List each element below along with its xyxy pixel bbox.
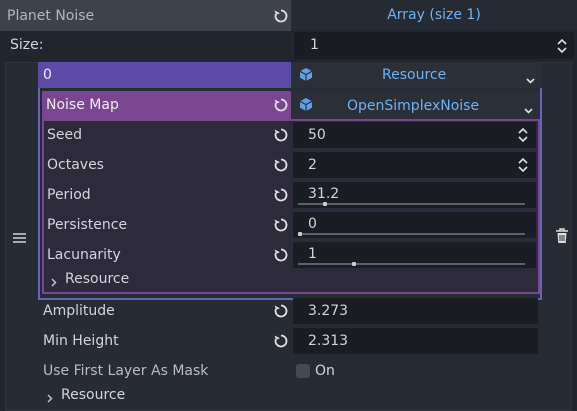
noise-map-label: Noise Map	[46, 97, 119, 113]
use-mask-checkbox[interactable]: On	[293, 358, 538, 384]
revert-icon[interactable]	[273, 217, 289, 233]
persistence-slider-field[interactable]: 0	[293, 212, 536, 238]
noise-map-resource-picker[interactable]: OpenSimplexNoise	[291, 91, 540, 119]
checkbox-icon[interactable]	[296, 364, 310, 378]
element-resource-picker[interactable]: Resource	[291, 62, 542, 88]
revert-icon[interactable]	[273, 97, 289, 113]
period-label: Period	[47, 187, 91, 203]
spinner-arrows-icon[interactable]	[517, 127, 529, 143]
noise-resource-section[interactable]: Resource	[46, 268, 536, 290]
seed-label: Seed	[47, 127, 82, 143]
chevron-right-icon	[47, 391, 53, 407]
revert-icon[interactable]	[273, 127, 289, 143]
noise-resource-section-label: Resource	[65, 271, 130, 287]
element-index-label: 0	[43, 67, 52, 83]
chevron-down-icon[interactable]	[526, 72, 535, 88]
element-resource-section[interactable]: Resource	[41, 384, 540, 406]
amplitude-field[interactable]: 3.273	[293, 298, 538, 324]
array-size-button[interactable]: Array (size 1)	[291, 0, 577, 31]
lacunarity-slider-grabber[interactable]	[351, 262, 356, 266]
revert-icon[interactable]	[273, 187, 289, 203]
persistence-slider-grabber[interactable]	[298, 232, 302, 236]
size-label: Size:	[10, 37, 44, 53]
chevron-right-icon	[51, 275, 57, 291]
header-property-label: Planet Noise	[7, 8, 95, 24]
element-resource-section-label: Resource	[61, 387, 126, 403]
header-property-cell: Planet Noise	[0, 0, 291, 31]
persistence-slider-track[interactable]	[298, 233, 525, 235]
spinner-arrows-icon[interactable]	[556, 38, 568, 54]
amplitude-value: 3.273	[308, 303, 349, 319]
revert-icon[interactable]	[273, 8, 289, 24]
chevron-down-icon[interactable]	[524, 102, 533, 118]
cube-icon	[299, 97, 313, 116]
min-height-value: 2.313	[308, 333, 349, 349]
period-slider-track[interactable]	[298, 203, 525, 205]
seed-value: 50	[308, 127, 326, 143]
noise-type-label: OpenSimplexNoise	[347, 98, 480, 114]
seed-spinbox[interactable]: 50	[293, 122, 536, 148]
period-slider-field[interactable]: 31.2	[293, 182, 536, 208]
size-value: 1	[310, 37, 319, 53]
spinner-arrows-icon[interactable]	[517, 157, 529, 173]
revert-icon[interactable]	[273, 303, 289, 319]
lacunarity-slider-field[interactable]: 1	[293, 242, 536, 268]
min-height-label: Min Height	[43, 333, 119, 349]
use-mask-value: On	[315, 363, 335, 379]
noise-map-label-cell: Noise Map	[42, 91, 291, 119]
octaves-value: 2	[308, 157, 317, 173]
element-index-cell: 0	[38, 62, 291, 88]
cube-icon	[299, 67, 313, 86]
trash-icon[interactable]	[555, 228, 569, 244]
revert-icon[interactable]	[273, 157, 289, 173]
array-size-label: Array (size 1)	[387, 7, 481, 23]
drag-handle-icon[interactable]	[13, 231, 26, 243]
element-type-label: Resource	[382, 67, 447, 83]
amplitude-label: Amplitude	[43, 303, 115, 319]
revert-icon[interactable]	[273, 247, 289, 263]
lacunarity-slider-track[interactable]	[298, 263, 525, 265]
octaves-spinbox[interactable]: 2	[293, 152, 536, 178]
size-spinbox[interactable]: 1	[294, 32, 574, 59]
octaves-label: Octaves	[47, 157, 104, 173]
revert-icon[interactable]	[273, 333, 289, 349]
persistence-label: Persistence	[47, 217, 128, 233]
min-height-field[interactable]: 2.313	[293, 328, 538, 354]
period-slider-grabber[interactable]	[322, 202, 327, 206]
